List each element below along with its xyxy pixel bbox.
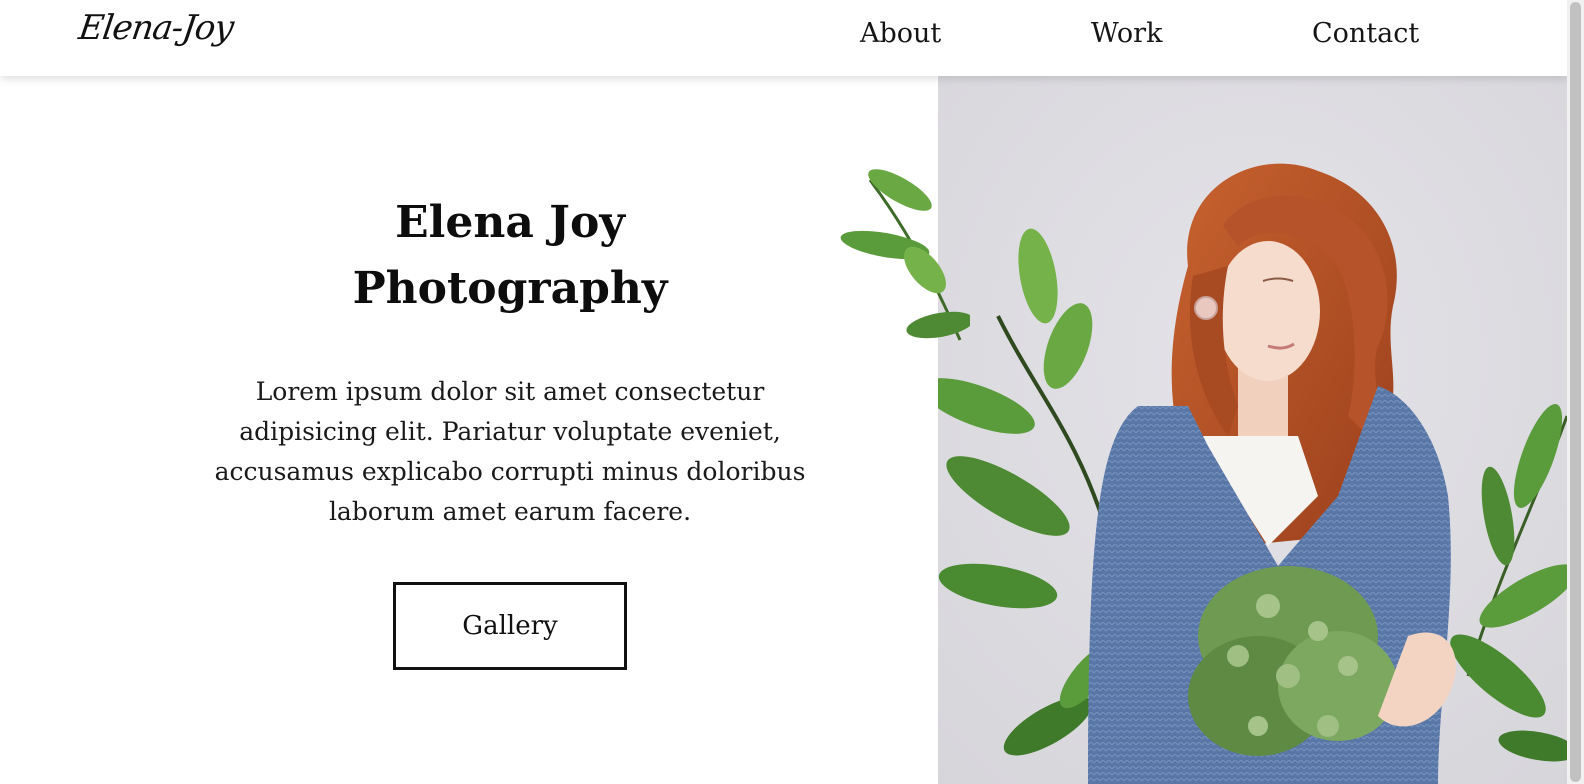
- hero-title-line-2: Photography: [352, 263, 668, 314]
- page-scrollbar[interactable]: [1567, 0, 1584, 784]
- nav-about-link[interactable]: About: [860, 18, 941, 49]
- hero-title-line-1: Elena Joy: [395, 197, 625, 248]
- hero-title: Elena Joy Photography: [170, 190, 850, 322]
- leaf-sprig-graphic: [840, 169, 974, 341]
- logo[interactable]: Elena-Joy: [76, 8, 235, 48]
- gallery-button[interactable]: Gallery: [393, 582, 627, 670]
- nav-contact-link[interactable]: Contact: [1312, 18, 1419, 49]
- scrollbar-thumb[interactable]: [1570, 2, 1581, 782]
- site-header: Elena-Joy About Work Contact: [0, 0, 1567, 76]
- hero-description: Lorem ipsum dolor sit amet consectetur a…: [214, 377, 806, 526]
- page: Elena-Joy About Work Contact Elena Joy P…: [0, 0, 1584, 784]
- nav-work-link[interactable]: Work: [1091, 18, 1162, 49]
- hero-section: Elena Joy Photography Lorem ipsum dolor …: [170, 190, 850, 670]
- hero-photo: [938, 76, 1567, 784]
- hero-photo-illustration: [938, 76, 1567, 784]
- leaves-overflow: [830, 160, 974, 720]
